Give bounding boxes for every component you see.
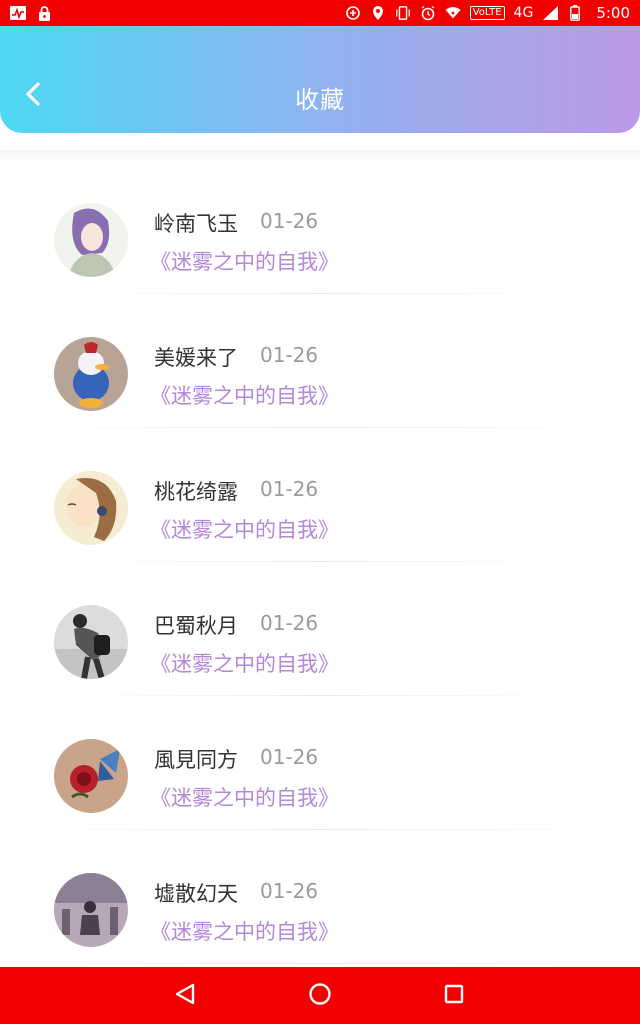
- favorite-date: 01-26: [260, 343, 319, 367]
- favorite-item[interactable]: 巴蜀秋月 01-26 《迷雾之中的自我》: [0, 562, 640, 696]
- avatar[interactable]: [54, 873, 128, 947]
- avatar[interactable]: [54, 203, 128, 277]
- nav-home-button[interactable]: [305, 981, 335, 1011]
- favorite-item[interactable]: 美媛来了 01-26 《迷雾之中的自我》: [0, 294, 640, 428]
- clock-time: 5:00: [596, 4, 630, 22]
- vibrate-icon: [395, 5, 411, 21]
- favorites-list: 岭南飞玉 01-26 《迷雾之中的自我》 美媛来了 01-26 《迷雾之中的自我…: [0, 160, 640, 964]
- user-name: 巴蜀秋月: [154, 614, 238, 638]
- favorite-item[interactable]: 岭南飞玉 01-26 《迷雾之中的自我》: [0, 160, 640, 294]
- back-triangle-icon: [174, 982, 196, 1010]
- alarm-icon: [420, 5, 436, 21]
- favorite-date: 01-26: [260, 477, 319, 501]
- favorite-item[interactable]: 桃花绮露 01-26 《迷雾之中的自我》: [0, 428, 640, 562]
- user-name: 墟散幻天: [154, 882, 238, 906]
- avatar[interactable]: [54, 605, 128, 679]
- avatar[interactable]: [54, 739, 128, 813]
- favorite-item[interactable]: 風見同方 01-26 《迷雾之中的自我》: [0, 696, 640, 830]
- header-bar: 收藏: [0, 26, 640, 133]
- book-title[interactable]: 《迷雾之中的自我》: [150, 514, 339, 544]
- recents-square-icon: [443, 983, 465, 1009]
- avatar[interactable]: [54, 471, 128, 545]
- activity-icon: [10, 5, 26, 21]
- book-title[interactable]: 《迷雾之中的自我》: [150, 648, 339, 678]
- status-bar: VoLTE 4G 5:00: [0, 0, 640, 26]
- nav-back-button[interactable]: [170, 981, 200, 1011]
- favorite-date: 01-26: [260, 745, 319, 769]
- signal-icon: [542, 5, 558, 21]
- page-title: 收藏: [295, 86, 345, 114]
- volte-label: VoLTE: [469, 6, 505, 20]
- user-name: 美媛来了: [154, 346, 238, 370]
- nav-recents-button[interactable]: [439, 981, 469, 1011]
- system-nav-bar: [0, 967, 640, 1024]
- user-name: 風見同方: [154, 748, 238, 772]
- battery-icon: [567, 5, 583, 21]
- home-circle-icon: [308, 982, 332, 1010]
- book-title[interactable]: 《迷雾之中的自我》: [150, 380, 339, 410]
- favorite-date: 01-26: [260, 209, 319, 233]
- user-name: 桃花绮露: [154, 480, 238, 504]
- lock-icon: [36, 5, 52, 21]
- book-title[interactable]: 《迷雾之中的自我》: [150, 782, 339, 812]
- book-title[interactable]: 《迷雾之中的自我》: [150, 246, 339, 276]
- book-title[interactable]: 《迷雾之中的自我》: [150, 916, 339, 946]
- wifi-icon: [445, 5, 461, 21]
- avatar[interactable]: [54, 337, 128, 411]
- favorite-date: 01-26: [260, 611, 319, 635]
- favorite-item[interactable]: 墟散幻天 01-26 《迷雾之中的自我》: [0, 830, 640, 964]
- data-saver-icon: [345, 5, 361, 21]
- favorite-date: 01-26: [260, 879, 319, 903]
- user-name: 岭南飞玉: [154, 212, 238, 236]
- network-label: 4G: [513, 5, 534, 21]
- location-icon: [370, 5, 386, 21]
